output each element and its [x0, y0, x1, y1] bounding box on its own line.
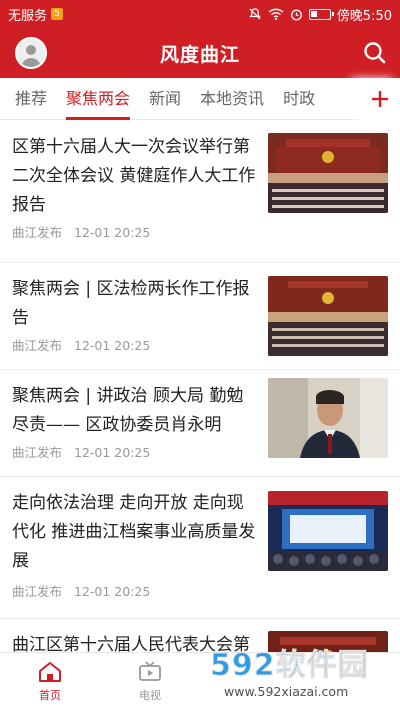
article-thumbnail [268, 133, 388, 213]
article-thumbnail [268, 378, 388, 458]
list-item[interactable]: 聚焦两会 | 区法检两长作工作报告 曲江发布 12-01 20:25 [0, 263, 400, 370]
article-source: 曲江发布 [12, 225, 63, 240]
article-title: 区第十六届人大一次会议举行第二次全体会议 黄健庭作人大工作报告 [12, 137, 256, 215]
tab-two-sessions[interactable]: 聚焦两会 [66, 78, 131, 120]
article-source: 曲江发布 [12, 445, 63, 460]
article-meta: 曲江发布 12-01 20:25 [12, 222, 150, 241]
carrier-label: 无服务 [8, 8, 48, 24]
article-meta: 曲江发布 12-01 20:25 [12, 581, 150, 600]
list-item[interactable]: 区第十六届人大一次会议举行第二次全体会议 黄健庭作人大工作报告 曲江发布 12-0… [0, 121, 400, 263]
search-button[interactable] [362, 40, 388, 66]
article-thumbnail [268, 491, 388, 571]
alarm-icon [290, 8, 303, 21]
carrier-badge: 5 [51, 8, 64, 20]
tab-politics[interactable]: 时政 [283, 78, 315, 120]
list-item[interactable]: 聚焦两会 | 讲政治 顾大局 勤勉尽责—— 区政协委员肖永明 曲江发布 12-01… [0, 370, 400, 477]
user-icon [17, 39, 45, 67]
search-icon [364, 42, 386, 64]
home-icon [39, 662, 61, 682]
article-time: 12-01 20:25 [74, 445, 151, 460]
article-title: 聚焦两会 | 讲政治 顾大局 勤勉尽责—— 区政协委员肖永明 [12, 386, 244, 435]
wifi-icon [268, 8, 284, 20]
nav-home[interactable]: 首页 [0, 653, 100, 711]
nav-tv-label: 电视 [139, 689, 161, 702]
tab-news[interactable]: 新闻 [149, 78, 181, 120]
page-title: 风度曲江 [159, 43, 240, 66]
article-source: 曲江发布 [12, 584, 63, 599]
category-tabs: 推荐 聚焦两会 新闻 本地资讯 时政 [0, 78, 400, 120]
app-header: 风度曲江 [0, 28, 400, 78]
tab-recommend[interactable]: 推荐 [15, 78, 47, 120]
list-item[interactable]: 走向依法治理 走向开放 走向现代化 推进曲江档案事业高质量发展 曲江发布 12-0… [0, 477, 400, 619]
mute-icon [248, 7, 262, 21]
avatar[interactable] [15, 37, 47, 69]
status-bar: 无服务 5 傍晚5:50 [0, 0, 400, 28]
article-title: 聚焦两会 | 区法检两长作工作报告 [12, 279, 250, 328]
bottom-nav: 首页 电视 [0, 652, 400, 711]
article-meta: 曲江发布 12-01 20:25 [12, 442, 150, 461]
status-time: 傍晚5:50 [336, 8, 392, 24]
nav-item-3[interactable] [200, 653, 300, 711]
article-thumbnail [268, 276, 388, 356]
article-list: 区第十六届人大一次会议举行第二次全体会议 黄健庭作人大工作报告 曲江发布 12-0… [0, 121, 400, 711]
nav-home-label: 首页 [39, 689, 61, 702]
article-time: 12-01 20:25 [74, 584, 151, 599]
nav-item-4[interactable] [300, 653, 400, 711]
nav-tv[interactable]: 电视 [100, 653, 200, 711]
article-title: 走向依法治理 走向开放 走向现代化 推进曲江档案事业高质量发展 [12, 493, 256, 571]
add-tab-button[interactable] [360, 78, 400, 120]
article-source: 曲江发布 [12, 338, 63, 353]
plus-icon [372, 91, 388, 107]
battery-icon [308, 8, 334, 20]
article-meta: 曲江发布 12-01 20:25 [12, 335, 150, 354]
tab-local-info[interactable]: 本地资讯 [200, 78, 264, 120]
tv-icon [139, 661, 161, 681]
article-time: 12-01 20:25 [74, 225, 151, 240]
article-time: 12-01 20:25 [74, 338, 151, 353]
